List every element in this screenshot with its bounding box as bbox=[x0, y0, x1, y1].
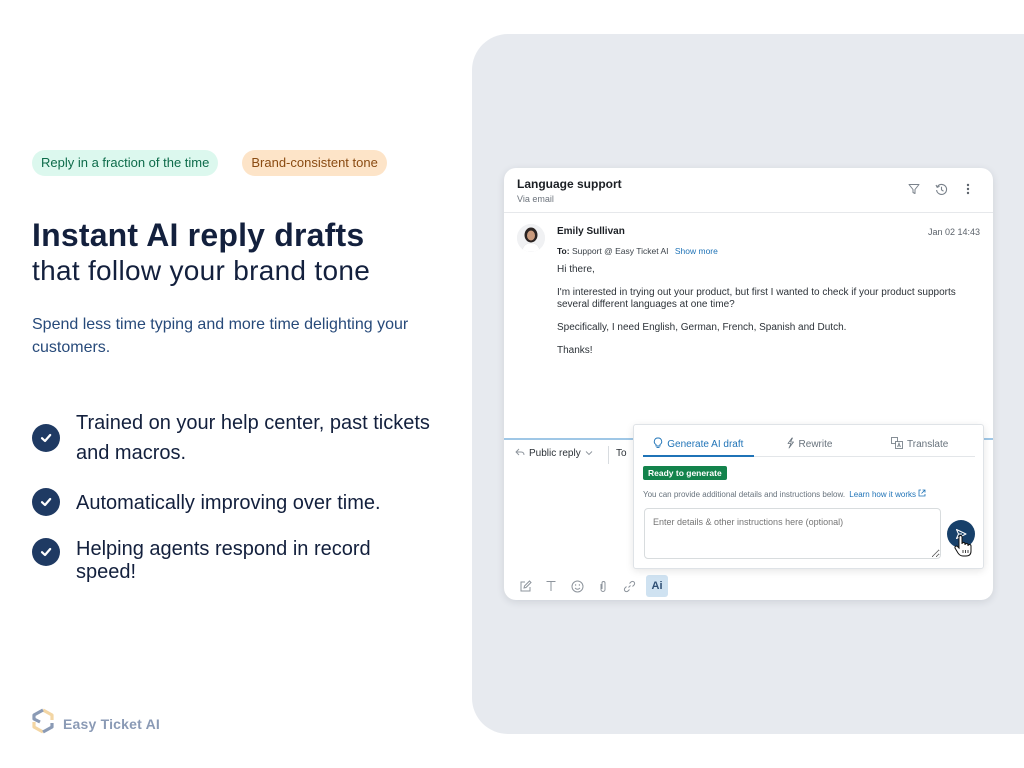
history-icon[interactable] bbox=[934, 182, 948, 196]
ticket-header: Language support Via email bbox=[504, 168, 993, 213]
tab-label: Rewrite bbox=[798, 439, 833, 450]
tag-fast-reply: Reply in a fraction of the time bbox=[32, 150, 219, 176]
hint-text: You can provide additional details and i… bbox=[643, 490, 846, 499]
ai-icon[interactable]: Ai bbox=[646, 575, 668, 597]
to-label: To: bbox=[557, 246, 570, 256]
feature-list: Trained on your help center, past ticket… bbox=[32, 408, 432, 604]
translate-icon bbox=[891, 437, 903, 452]
page-subtitle: that follow your brand tone bbox=[32, 255, 371, 286]
page-title: Instant AI reply drafts bbox=[32, 217, 365, 253]
check-circle-icon bbox=[32, 424, 60, 452]
feature-item: Helping agents respond in record speed! bbox=[32, 538, 432, 584]
feature-text: Trained on your help center, past ticket… bbox=[76, 412, 430, 464]
feature-text: Automatically improving over time. bbox=[76, 492, 381, 514]
tab-generate-ai-draft[interactable]: Generate AI draft bbox=[643, 433, 754, 457]
show-more-link[interactable]: Show more bbox=[675, 246, 718, 256]
brand-logo: Easy Ticket AI bbox=[31, 708, 160, 739]
feature-text: Helping agents respond in record speed! bbox=[76, 538, 371, 583]
ai-tabs: Generate AI draft Rewrite Translate bbox=[643, 433, 975, 457]
composer-toolbar: Ai bbox=[516, 575, 668, 597]
more-vertical-icon[interactable] bbox=[961, 182, 975, 196]
tab-translate[interactable]: Translate bbox=[864, 433, 975, 456]
check-circle-icon bbox=[32, 488, 60, 516]
reply-type-label: Public reply bbox=[529, 448, 581, 459]
message-body: Hi there, I'm interested in trying out y… bbox=[557, 264, 987, 368]
brand-name: Easy Ticket AI bbox=[63, 715, 160, 732]
message-paragraph: Hi there, bbox=[557, 264, 595, 275]
link-icon[interactable] bbox=[620, 577, 638, 595]
feature-tags: Reply in a fraction of the time Brand-co… bbox=[32, 150, 387, 176]
message-paragraph: Specifically, I need English, German, Fr… bbox=[557, 322, 847, 333]
attachment-icon[interactable] bbox=[594, 577, 612, 595]
compose-icon[interactable] bbox=[516, 577, 534, 595]
learn-link-label: Learn how it works bbox=[849, 490, 916, 499]
emoji-icon[interactable] bbox=[568, 577, 586, 595]
message-paragraph: I'm interested in trying out your produc… bbox=[557, 287, 956, 310]
feature-item: Automatically improving over time. bbox=[32, 488, 432, 518]
filter-icon[interactable] bbox=[907, 182, 921, 196]
instructions-input[interactable] bbox=[644, 508, 941, 559]
tab-label: Translate bbox=[907, 439, 949, 450]
message-timestamp: Jan 02 14:43 bbox=[927, 227, 980, 237]
recipient-line: To: Support @ Easy Ticket AI Show more bbox=[557, 246, 718, 256]
feature-item: Trained on your help center, past ticket… bbox=[32, 408, 432, 468]
check-circle-icon bbox=[32, 538, 60, 566]
ai-hint: You can provide additional details and i… bbox=[643, 489, 926, 499]
text-format-icon[interactable] bbox=[542, 577, 560, 595]
status-badge: Ready to generate bbox=[643, 466, 727, 480]
recipient: Support @ Easy Ticket AI bbox=[571, 246, 669, 256]
ai-assistant-panel: Generate AI draft Rewrite Translate Read… bbox=[633, 424, 984, 569]
logo-icon bbox=[31, 708, 55, 739]
avatar bbox=[517, 224, 545, 252]
tag-brand-tone: Brand-consistent tone bbox=[242, 150, 387, 176]
tab-label: Generate AI draft bbox=[667, 439, 744, 450]
reply-arrow-icon bbox=[515, 448, 525, 459]
ticket-title: Language support bbox=[517, 177, 622, 191]
hand-cursor-icon bbox=[953, 535, 973, 562]
chevron-down-icon bbox=[585, 448, 593, 459]
sender-name: Emily Sullivan bbox=[557, 226, 625, 237]
ticket-channel: Via email bbox=[517, 194, 554, 204]
lightning-icon bbox=[786, 437, 795, 452]
lightbulb-icon bbox=[653, 437, 663, 452]
description: Spend less time typing and more time del… bbox=[32, 316, 409, 356]
external-link-icon bbox=[918, 489, 926, 497]
headline: Instant AI reply drafts that follow your… bbox=[32, 216, 462, 288]
tab-rewrite[interactable]: Rewrite bbox=[754, 433, 865, 456]
reply-separator bbox=[608, 446, 609, 464]
message-paragraph: Thanks! bbox=[557, 345, 593, 356]
reply-to-label[interactable]: To bbox=[616, 448, 627, 459]
reply-type-dropdown[interactable]: Public reply bbox=[515, 448, 593, 459]
learn-how-link[interactable]: Learn how it works bbox=[849, 489, 926, 499]
